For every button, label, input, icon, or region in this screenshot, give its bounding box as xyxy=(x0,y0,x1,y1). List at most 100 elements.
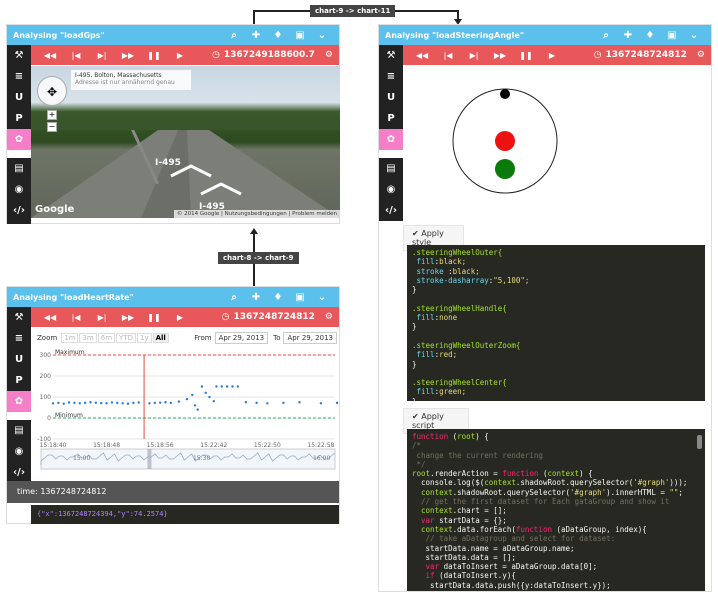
bulb-icon[interactable]: ♦ xyxy=(267,30,289,41)
step-forward-icon[interactable]: ▶| xyxy=(461,51,487,60)
fast-backward-icon[interactable]: ◀◀ xyxy=(37,313,63,322)
pause-icon[interactable]: ❚❚ xyxy=(141,313,167,322)
play-icon[interactable]: ▶ xyxy=(167,313,193,322)
x-tick-label: 15:18:40 xyxy=(40,442,67,449)
search-icon[interactable]: ⌕ xyxy=(223,30,245,41)
zoom-button-1m[interactable]: 1m xyxy=(61,333,79,343)
panel-header: Analysing "loadHeartRate" ⌕ ✚ ♦ ▣ ⌄ xyxy=(7,287,339,307)
code-icon[interactable]: ‹/› xyxy=(7,200,31,221)
fast-forward-icon[interactable]: ▶▶ xyxy=(115,313,141,322)
zoom-button-6m[interactable]: 6m xyxy=(97,333,116,343)
heart-rate-chart[interactable]: 3002001000-100MaximumMinimum15:18:40 15:1… xyxy=(35,347,339,472)
bulb-icon[interactable]: ♦ xyxy=(639,30,661,41)
to-date-input[interactable]: Apr 29, 2013 xyxy=(283,332,337,344)
pin-icon[interactable]: ✚ xyxy=(617,30,639,41)
data-point xyxy=(196,408,199,411)
code-icon[interactable]: ‹/› xyxy=(7,462,31,483)
parking-icon[interactable]: P xyxy=(7,108,31,129)
step-forward-icon[interactable]: ▶| xyxy=(89,51,115,60)
step-backward-icon[interactable]: |◀ xyxy=(63,51,89,60)
style-editor[interactable]: .steeringWheelOuter{ fill:black; stroke … xyxy=(407,245,705,401)
pause-icon[interactable]: ❚❚ xyxy=(513,51,539,60)
pin-icon[interactable]: ✚ xyxy=(245,30,267,41)
magnet-icon[interactable]: U xyxy=(379,87,403,108)
from-date-input[interactable]: Apr 29, 2013 xyxy=(214,332,269,344)
data-point xyxy=(191,393,194,397)
magnet-icon[interactable]: U xyxy=(7,349,31,370)
pause-icon[interactable]: ❚❚ xyxy=(141,51,167,60)
wand-icon[interactable]: ⚒ xyxy=(379,45,403,66)
bulb-icon[interactable]: ♦ xyxy=(267,292,289,303)
camera-icon[interactable]: ▣ xyxy=(289,30,311,41)
x-tick-label: 15:22:42 xyxy=(200,442,227,449)
list-icon[interactable]: ≡ xyxy=(7,328,31,349)
street-view[interactable]: I-495, Bolton, Massachusetts Adresse ist… xyxy=(31,66,340,218)
camera-icon[interactable]: ▣ xyxy=(289,292,311,303)
puzzle-icon[interactable]: ✿ xyxy=(7,129,31,150)
data-point xyxy=(148,402,151,405)
zoom-out-button[interactable]: − xyxy=(47,122,57,132)
chevron-down-icon[interactable]: ⌄ xyxy=(311,292,333,303)
data-point xyxy=(137,401,140,404)
search-icon[interactable]: ⌕ xyxy=(595,30,617,41)
step-forward-icon[interactable]: ▶| xyxy=(89,313,115,322)
file-icon[interactable]: ▤ xyxy=(7,158,31,179)
data-point xyxy=(255,401,258,405)
zoom-button-3m[interactable]: 3m xyxy=(79,333,97,343)
panel-title: Analysing "loadGps" xyxy=(13,30,105,40)
clock-icon: ◷ xyxy=(221,312,230,322)
file-icon[interactable]: ▤ xyxy=(379,158,403,179)
puzzle-icon[interactable]: ✿ xyxy=(7,391,31,412)
fast-forward-icon[interactable]: ▶▶ xyxy=(115,51,141,60)
script-editor[interactable]: function (root) {/* change the current r… xyxy=(407,429,705,591)
parking-icon[interactable]: P xyxy=(379,108,403,129)
magnet-icon[interactable]: U xyxy=(7,87,31,108)
zoom-button-ytd[interactable]: YTD xyxy=(116,333,136,343)
chevron-down-icon[interactable]: ⌄ xyxy=(311,30,333,41)
pin-icon[interactable]: ✚ xyxy=(245,292,267,303)
settings-icon[interactable]: ⚙ xyxy=(325,50,333,60)
fast-forward-icon[interactable]: ▶▶ xyxy=(487,51,513,60)
eye-icon[interactable]: ◉ xyxy=(7,441,31,462)
data-point xyxy=(89,401,92,404)
list-icon[interactable]: ≡ xyxy=(379,66,403,87)
puzzle-icon[interactable]: ✿ xyxy=(379,129,403,150)
data-point xyxy=(100,401,103,405)
timestamp: 1367249188600.7 xyxy=(223,50,315,60)
code-line: startData.data.push({y:dataToInsert.y}); xyxy=(412,580,611,590)
parking-icon[interactable]: P xyxy=(7,370,31,391)
data-point xyxy=(94,401,98,404)
to-label: To xyxy=(273,334,281,342)
scrollbar[interactable] xyxy=(697,435,702,449)
settings-icon[interactable]: ⚙ xyxy=(697,50,705,60)
zoom-button-1y[interactable]: 1y xyxy=(136,333,152,343)
play-icon[interactable]: ▶ xyxy=(539,51,565,60)
code-line: fill:black; xyxy=(416,257,467,267)
wand-icon[interactable]: ⚒ xyxy=(7,45,31,66)
fast-backward-icon[interactable]: ◀◀ xyxy=(37,51,63,60)
data-point xyxy=(185,397,189,401)
reference-line-label: Minimum xyxy=(55,412,83,419)
chevron-down-icon[interactable]: ⌄ xyxy=(683,30,705,41)
eye-icon[interactable]: ◉ xyxy=(7,179,31,200)
file-icon[interactable]: ▤ xyxy=(7,420,31,441)
data-point xyxy=(231,385,234,388)
eye-icon[interactable]: ◉ xyxy=(379,179,403,200)
zoom-button-all[interactable]: All xyxy=(152,333,169,343)
code-line: fill:none xyxy=(416,313,458,323)
code-line: context.data.forEach(function (aDataGrou… xyxy=(421,524,647,534)
list-icon[interactable]: ≡ xyxy=(7,66,31,87)
play-icon[interactable]: ▶ xyxy=(167,51,193,60)
step-backward-icon[interactable]: |◀ xyxy=(435,51,461,60)
camera-icon[interactable]: ▣ xyxy=(661,30,683,41)
wand-icon[interactable]: ⚒ xyxy=(7,307,31,328)
y-tick-label: 100 xyxy=(40,394,52,401)
search-icon[interactable]: ⌕ xyxy=(223,292,245,303)
pan-control[interactable]: ✥ xyxy=(37,76,67,106)
fast-backward-icon[interactable]: ◀◀ xyxy=(409,51,435,60)
settings-icon[interactable]: ⚙ xyxy=(325,312,333,322)
code-icon[interactable]: ‹/› xyxy=(379,200,403,221)
check-icon: ✔ xyxy=(412,229,419,238)
step-backward-icon[interactable]: |◀ xyxy=(63,313,89,322)
zoom-in-button[interactable]: + xyxy=(47,110,57,120)
